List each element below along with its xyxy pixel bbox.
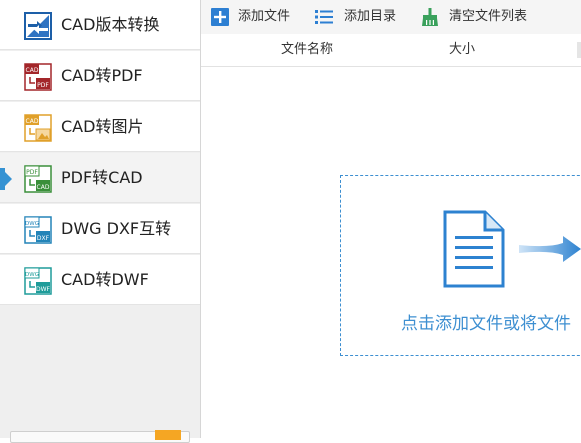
add-file-button[interactable]: 添加文件	[211, 0, 306, 34]
sidebar-item-label: CAD转DWF	[61, 270, 149, 289]
active-indicator-arrow-icon	[5, 172, 12, 186]
cad-to-dwf-icon: DWG DWF	[24, 267, 52, 295]
add-file-label: 添加文件	[238, 9, 291, 24]
column-header-filename[interactable]: 文件名称	[281, 42, 333, 58]
broom-icon	[422, 8, 438, 26]
svg-text:CAD: CAD	[26, 118, 39, 125]
sidebar-item-dwg-dxf-convert[interactable]: DWG DXF DWG DXF互转	[0, 204, 200, 254]
arrow-right-icon	[519, 236, 581, 262]
clear-list-button[interactable]: 清空文件列表	[421, 0, 551, 34]
column-header-size[interactable]: 大小	[449, 42, 475, 58]
sidebar-item-label: DWG DXF互转	[61, 219, 172, 238]
cad-to-image-icon: CAD	[24, 114, 52, 142]
list-icon	[315, 10, 333, 24]
document-icon	[443, 210, 505, 288]
sidebar-item-label: CAD版本转换	[61, 15, 160, 34]
svg-text:DWG: DWG	[25, 272, 39, 278]
svg-text:PDF: PDF	[37, 82, 49, 89]
cad-version-convert-icon	[24, 12, 52, 40]
sidebar-bottom-tag	[155, 430, 181, 440]
sidebar-item-cad-to-pdf[interactable]: CAD PDF CAD转PDF	[0, 51, 200, 101]
clear-list-label: 清空文件列表	[449, 9, 528, 24]
add-folder-button[interactable]: 添加目录	[315, 0, 410, 34]
sidebar-item-label: CAD转图片	[61, 117, 144, 136]
dwg-dxf-convert-icon: DWG DXF	[24, 216, 52, 244]
sidebar-item-cad-to-dwf[interactable]: DWG DWF CAD转DWF	[0, 255, 200, 305]
svg-text:PDF: PDF	[26, 169, 38, 176]
toolbar: 添加文件 添加目录 清空文件列表	[201, 0, 581, 34]
svg-text:CAD: CAD	[26, 67, 39, 74]
svg-text:CAD: CAD	[37, 184, 50, 191]
drop-zone-hint: 点击添加文件或将文件	[401, 314, 571, 334]
sidebar-item-cad-to-image[interactable]: CAD CAD转图片	[0, 102, 200, 152]
add-folder-label: 添加目录	[344, 9, 397, 24]
sidebar: CAD版本转换 CAD PDF CAD转PDF CAD CAD转图片 PDF C…	[0, 0, 201, 443]
svg-text:DXF: DXF	[37, 235, 50, 242]
pdf-to-cad-icon: PDF CAD	[24, 165, 52, 193]
cad-to-pdf-icon: CAD PDF	[24, 63, 52, 91]
file-table-header: 文件名称 大小	[201, 34, 581, 67]
sidebar-item-pdf-to-cad[interactable]: PDF CAD PDF转CAD	[0, 153, 200, 203]
svg-text:DWF: DWF	[36, 286, 51, 293]
svg-text:DWG: DWG	[25, 221, 39, 227]
add-file-icon	[211, 8, 229, 26]
sidebar-item-label: CAD转PDF	[61, 66, 143, 85]
drop-zone[interactable]: 点击添加文件或将文件	[340, 175, 581, 356]
sidebar-item-cad-version-convert[interactable]: CAD版本转换	[0, 0, 200, 50]
column-divider	[577, 42, 581, 58]
sidebar-item-label: PDF转CAD	[61, 168, 143, 187]
